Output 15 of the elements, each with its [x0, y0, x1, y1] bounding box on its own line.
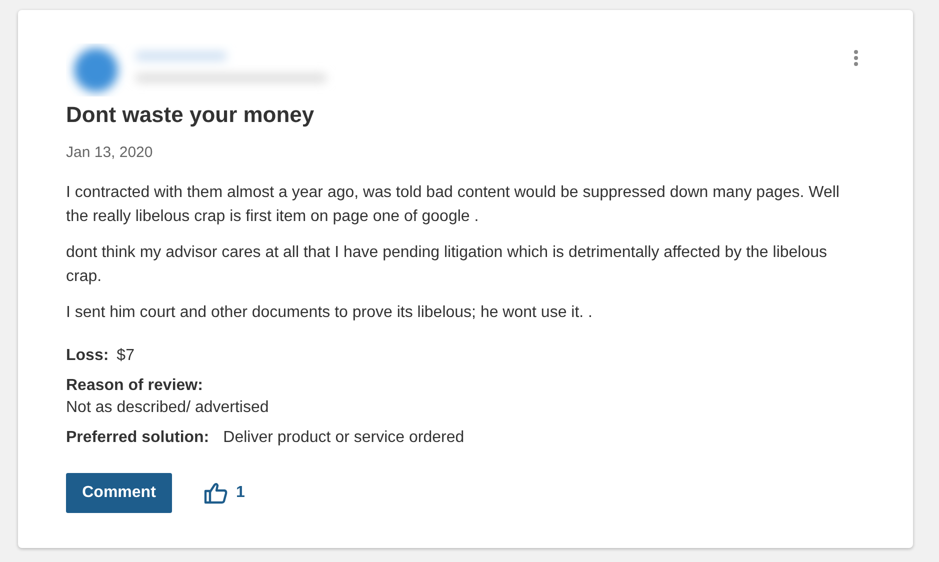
solution-value: Deliver product or service ordered: [223, 429, 464, 447]
comment-button[interactable]: Comment: [66, 473, 172, 513]
review-date: Jan 13, 2020: [66, 144, 154, 161]
review-title: Dont waste your money: [66, 102, 316, 128]
more-options-icon[interactable]: [853, 50, 859, 66]
review-paragraph: I contracted with them almost a year ago, was told bad content would be suppressed down many pages. Well the really libelous crap is first item on page one of google .: [66, 183, 840, 227]
thumbs-up-icon: [204, 482, 228, 504]
review-paragraph: I sent him court and other documents to prove its libelous; he wont use it. .: [66, 303, 594, 323]
loss-label: Loss:: [66, 347, 109, 365]
solution-label: Preferred solution:: [66, 429, 210, 447]
like-button[interactable]: 1: [204, 482, 245, 504]
reason-value: Not as described/ advertised: [66, 399, 270, 417]
review-paragraph: dont think my advisor cares at all that I have pending litigation which is detrimentally affected by the libelous crap.: [66, 243, 828, 287]
loss-value: $7: [116, 347, 134, 365]
reason-label: Reason of review:: [66, 377, 204, 395]
